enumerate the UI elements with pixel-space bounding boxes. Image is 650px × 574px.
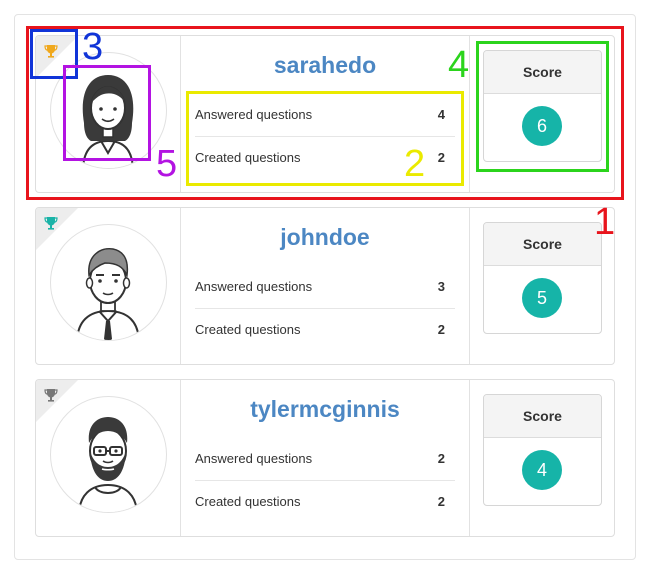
created-questions-label: Created questions [195, 494, 301, 509]
annotation-label-3: 3 [82, 26, 104, 68]
answered-questions-value: 3 [437, 279, 445, 294]
annotation-label-4: 4 [448, 44, 470, 86]
score-heading: Score [484, 223, 601, 266]
created-questions-label: Created questions [195, 322, 301, 337]
annotation-label-1: 1 [594, 201, 616, 243]
created-questions-row: Created questions 2 [195, 481, 455, 523]
score-heading: Score [484, 395, 601, 438]
created-questions-row: Created questions 2 [195, 309, 455, 351]
trophy-icon [44, 217, 58, 230]
answered-questions-label: Answered questions [195, 451, 313, 466]
score-badge: 5 [522, 278, 562, 318]
username: tylermcginnis [250, 396, 400, 422]
annotation-box-5 [63, 65, 151, 161]
answered-questions-row: Answered questions 2 [195, 438, 455, 481]
trophy-icon [44, 389, 58, 402]
score-badge: 4 [522, 450, 562, 490]
username: johndoe [280, 224, 370, 250]
answered-questions-row: Answered questions 3 [195, 266, 455, 309]
score-panel: Score 5 [483, 222, 602, 334]
user-info-column: johndoe Answered questions 3 Created que… [181, 208, 470, 364]
created-questions-value: 2 [437, 322, 445, 337]
score-panel: Score 4 [483, 394, 602, 506]
created-questions-value: 2 [437, 494, 445, 509]
leaderboard-card: johndoe Answered questions 3 Created que… [35, 207, 615, 365]
annotation-box-4 [476, 41, 609, 172]
user-info-column: tylermcginnis Answered questions 2 Creat… [181, 380, 470, 536]
annotation-label-2: 2 [404, 143, 426, 185]
answered-questions-value: 2 [437, 451, 445, 466]
leaderboard-card: tylermcginnis Answered questions 2 Creat… [35, 379, 615, 537]
answered-questions-label: Answered questions [195, 279, 313, 294]
annotation-label-5: 5 [156, 143, 178, 185]
